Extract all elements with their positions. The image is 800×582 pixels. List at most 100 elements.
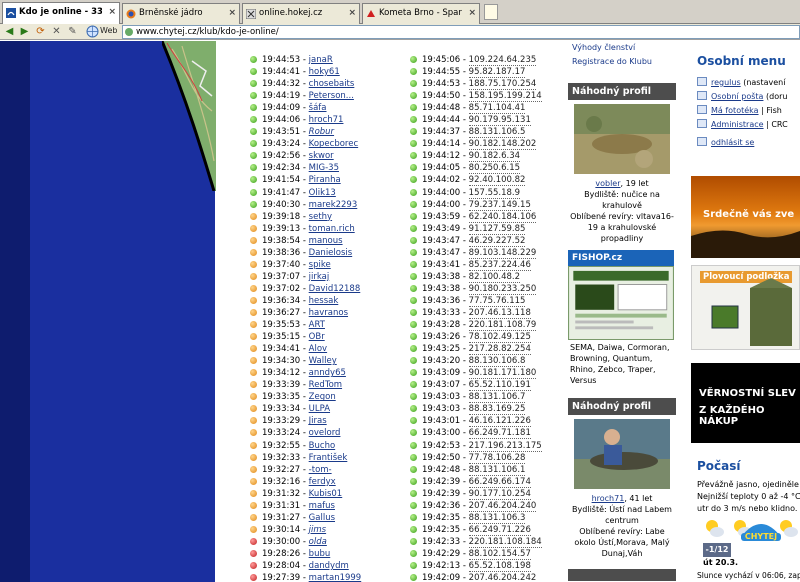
username-link[interactable]: Olik13 bbox=[309, 188, 336, 198]
guest-last-activity: 19:44:53 bbox=[422, 79, 461, 90]
status-green-icon bbox=[410, 104, 417, 112]
guest-ip: 77.75.76.115 bbox=[468, 295, 526, 307]
ad-floating-pad[interactable]: Plovoucí podložka bbox=[691, 265, 800, 350]
fishop-ad[interactable]: FISHOP.cz SEMA, Daiwa, Cormoran, Brownin… bbox=[568, 250, 674, 386]
logout-link[interactable]: odhlásit se bbox=[711, 138, 754, 147]
username-link[interactable]: sethy bbox=[309, 212, 332, 222]
username-link[interactable]: hroch71 bbox=[309, 115, 344, 125]
site-icon bbox=[125, 28, 133, 36]
user-row: 19:33:24 - ovelord bbox=[250, 427, 361, 439]
close-tab-icon[interactable]: × bbox=[348, 8, 356, 18]
weather-temperature: -1/12 bbox=[703, 543, 731, 557]
tab-brnenske-jadro[interactable]: Brněnské jádro × bbox=[122, 3, 240, 24]
username-link[interactable]: Bucho bbox=[309, 441, 335, 451]
guest-last-activity: 19:44:12 bbox=[422, 151, 461, 162]
guest-ip: 207.46.204.242 bbox=[468, 573, 537, 582]
username-link[interactable]: Kubis01 bbox=[309, 489, 343, 499]
profile-username-link[interactable]: vobler bbox=[595, 179, 620, 188]
tab-kometa-brno[interactable]: Kometa Brno - Sparta Pr... × bbox=[362, 3, 480, 24]
club-register-link[interactable]: Registrace do Klubu bbox=[572, 55, 676, 69]
forward-arrow-icon[interactable]: ▶ bbox=[18, 25, 31, 38]
guest-last-activity: 19:43:09 bbox=[422, 368, 461, 379]
guest-last-activity: 19:43:38 bbox=[422, 271, 461, 282]
username-link[interactable]: olda bbox=[309, 537, 327, 547]
username-link[interactable]: David12188 bbox=[309, 284, 361, 294]
user-row: 19:44:19 - Peterson... bbox=[250, 90, 361, 102]
menu-link-admin[interactable]: Administrace bbox=[711, 120, 764, 129]
username-link[interactable]: mafus bbox=[309, 501, 335, 511]
back-arrow-icon[interactable]: ◀ bbox=[3, 25, 16, 38]
status-green-icon bbox=[410, 465, 417, 473]
username-link[interactable]: Peterson... bbox=[309, 91, 354, 101]
club-benefits-link[interactable]: Výhody členství bbox=[572, 41, 676, 55]
username-link[interactable]: Zegon bbox=[309, 392, 336, 402]
close-tab-icon[interactable]: × bbox=[468, 8, 476, 18]
guest-last-activity: 19:42:36 bbox=[422, 500, 461, 511]
guest-row: 19:43:25 - 217.28.82.254 bbox=[410, 343, 542, 356]
edit-icon[interactable]: ✎ bbox=[66, 25, 79, 38]
profile-photo-catfish[interactable] bbox=[574, 419, 670, 489]
username-link[interactable]: manous bbox=[309, 236, 343, 246]
stop-icon[interactable]: ✕ bbox=[50, 25, 63, 38]
tab-online-hokej[interactable]: online.hokej.cz × bbox=[242, 3, 360, 24]
username-link[interactable]: ferdyx bbox=[309, 477, 336, 487]
username-link[interactable]: marek2293 bbox=[309, 200, 358, 210]
user-row: 19:38:54 - manous bbox=[250, 235, 361, 247]
status-green-icon bbox=[410, 441, 417, 449]
username-link[interactable]: OBr bbox=[309, 332, 325, 342]
user-last-activity: 19:35:15 bbox=[262, 332, 301, 343]
ad-loyalty-discount[interactable]: VĚRNOSTNÍ SLEV Z KAŽDÉHO NÁKUP bbox=[691, 363, 800, 443]
chytej-favicon-icon bbox=[6, 8, 16, 18]
address-bar[interactable]: www.chytej.cz/klub/kdo-je-online/ bbox=[122, 25, 800, 39]
username-link[interactable]: anndy65 bbox=[309, 368, 346, 378]
menu-link-photos[interactable]: Má fototéka bbox=[711, 106, 759, 115]
username-link[interactable]: šáfa bbox=[309, 103, 327, 113]
username-link[interactable]: martan1999 bbox=[309, 573, 362, 582]
username-link[interactable]: havranos bbox=[309, 308, 348, 318]
username-link[interactable]: bubu bbox=[309, 549, 331, 559]
status-red-icon bbox=[250, 537, 257, 545]
username-link[interactable]: Kopecborec bbox=[309, 139, 358, 149]
username-link[interactable]: spike bbox=[309, 260, 331, 270]
new-tab-button[interactable] bbox=[484, 4, 498, 20]
username-link[interactable]: Danielosis bbox=[309, 248, 353, 258]
user-last-activity: 19:37:07 bbox=[262, 271, 301, 282]
username-link[interactable]: dandydm bbox=[309, 561, 349, 571]
profile-username-link[interactable]: hroch71 bbox=[592, 494, 625, 503]
username-link[interactable]: skwor bbox=[309, 151, 334, 161]
username-link[interactable]: jims bbox=[309, 525, 326, 535]
username-link[interactable]: Walley bbox=[309, 356, 337, 366]
username-link[interactable]: Jiras bbox=[309, 416, 327, 426]
username-link[interactable]: František bbox=[309, 453, 348, 463]
username-link[interactable]: Alov bbox=[309, 344, 327, 354]
username-link[interactable]: Gallus bbox=[309, 513, 335, 523]
username-link[interactable]: janaR bbox=[309, 55, 333, 65]
username-link[interactable]: hessak bbox=[309, 296, 339, 306]
reload-icon[interactable]: ⟳ bbox=[34, 25, 47, 38]
username-link[interactable]: jirkaj bbox=[309, 272, 330, 282]
user-row: 19:33:39 - RedTom bbox=[250, 379, 361, 391]
close-tab-icon[interactable]: × bbox=[108, 7, 116, 17]
username-link[interactable]: ovelord bbox=[309, 428, 341, 438]
close-tab-icon[interactable]: × bbox=[228, 8, 236, 18]
ad-banner-event[interactable]: Srdečně vás zve bbox=[691, 176, 800, 258]
profile-photo-fish[interactable] bbox=[574, 104, 670, 174]
tab-kdo-je-online[interactable]: Kdo je online - 333 ná... × bbox=[2, 2, 120, 24]
username-link[interactable]: MIG-35 bbox=[309, 163, 339, 173]
username-link[interactable]: -tom- bbox=[309, 465, 332, 475]
username-link[interactable]: hoky61 bbox=[309, 67, 340, 77]
username-link[interactable]: ART bbox=[309, 320, 325, 330]
guest-last-activity: 19:44:55 bbox=[422, 67, 461, 78]
username-link[interactable]: Robur bbox=[309, 127, 334, 137]
user-row: 19:37:07 - jirkaj bbox=[250, 271, 361, 283]
menu-link-mail[interactable]: Osobní pošta bbox=[711, 92, 763, 101]
menu-link-profile[interactable]: regulus bbox=[711, 78, 741, 87]
username-link[interactable]: chosebaits bbox=[309, 79, 355, 89]
user-row: 19:44:09 - šáfa bbox=[250, 102, 361, 114]
username-link[interactable]: Piranha bbox=[309, 175, 341, 185]
guest-last-activity: 19:43:03 bbox=[422, 392, 461, 403]
status-orange-icon bbox=[250, 381, 257, 389]
username-link[interactable]: ULPA bbox=[309, 404, 330, 414]
username-link[interactable]: RedTom bbox=[309, 380, 342, 390]
username-link[interactable]: toman.rich bbox=[309, 224, 355, 234]
